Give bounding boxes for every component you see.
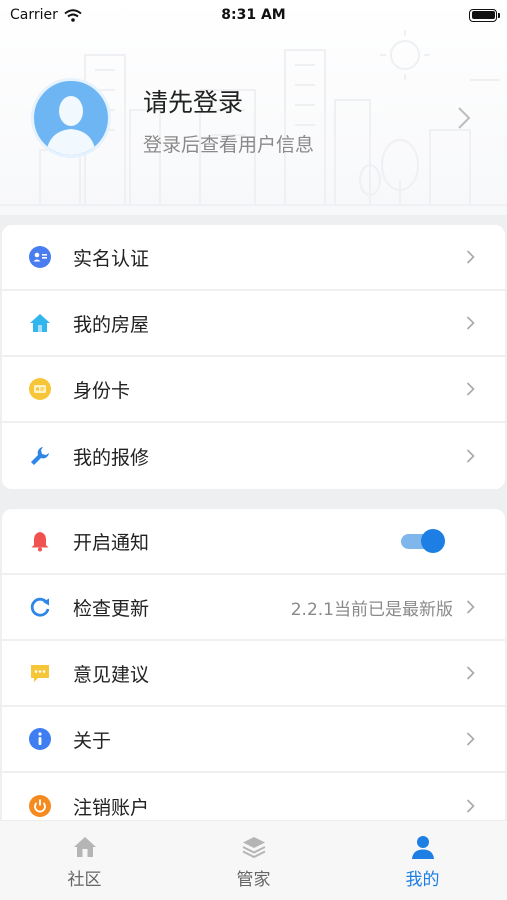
status-bar: Carrier 8:31 AM: [0, 0, 507, 30]
info-icon: [28, 727, 52, 751]
tab-label: 我的: [405, 870, 440, 890]
carrier-label: Carrier: [10, 7, 58, 23]
power-icon: [28, 794, 52, 818]
version-status: 2.2.1当前已是最新版: [290, 599, 453, 620]
menu-item-real-name-verification[interactable]: 实名认证: [2, 225, 505, 291]
clock: 8:31 AM: [221, 7, 286, 23]
menu-item-label: 开启通知: [73, 531, 150, 554]
menu-item-notifications: 开启通知: [2, 509, 505, 575]
person-icon: [411, 836, 434, 859]
chevron-right-icon: [466, 316, 475, 330]
home-icon: [73, 837, 96, 857]
battery-icon: [469, 8, 500, 22]
menu-item-label: 身份卡: [73, 379, 131, 402]
menu-item-label: 检查更新: [73, 597, 150, 620]
layers-icon: [242, 837, 265, 859]
menu-group-account: 实名认证 我的房屋 身份卡 我的报修: [2, 225, 505, 489]
tab-label: 社区: [67, 870, 102, 890]
menu-item-label: 关于: [73, 729, 112, 752]
profile-header[interactable]: 请先登录 登录后查看用户信息: [0, 0, 507, 215]
chevron-right-icon: [466, 250, 475, 264]
chevron-right-icon: [466, 799, 475, 813]
menu-item-label: 我的报修: [73, 446, 150, 469]
menu-item-feedback[interactable]: 意见建议: [2, 641, 505, 707]
wrench-icon: [28, 444, 52, 468]
avatar[interactable]: [31, 78, 111, 158]
menu-item-label: 意见建议: [73, 663, 150, 686]
menu-item-about[interactable]: 关于: [2, 707, 505, 773]
chevron-right-icon: [458, 107, 471, 129]
bottom-tab-bar: 社区 管家 我的: [0, 820, 507, 900]
chat-bubble-icon: [28, 661, 52, 685]
menu-group-settings: 开启通知 检查更新 2.2.1当前已是最新版 意见建议 关于 注销账户: [2, 509, 505, 839]
person-silhouette-icon: [46, 96, 96, 155]
chevron-right-icon: [466, 666, 475, 680]
notification-toggle[interactable]: [401, 528, 445, 554]
login-prompt-title[interactable]: 请先登录: [143, 83, 243, 119]
chevron-right-icon: [466, 382, 475, 396]
login-prompt-subtitle: 登录后查看用户信息: [143, 134, 315, 156]
menu-item-label: 我的房屋: [73, 313, 150, 336]
chevron-right-icon: [466, 732, 475, 746]
wifi-icon: [64, 8, 82, 22]
chevron-right-icon: [466, 449, 475, 463]
menu-item-my-house[interactable]: 我的房屋: [2, 291, 505, 357]
tab-community[interactable]: 社区: [0, 821, 169, 900]
menu-item-my-repairs[interactable]: 我的报修: [2, 423, 505, 489]
tab-butler[interactable]: 管家: [169, 821, 338, 900]
bell-icon: [28, 529, 52, 553]
menu-item-label: 注销账户: [73, 796, 150, 819]
id-card-icon: [28, 245, 52, 269]
menu-item-label: 实名认证: [73, 247, 150, 270]
house-icon: [28, 311, 52, 335]
tab-label: 管家: [236, 870, 271, 890]
chevron-right-icon: [466, 600, 475, 614]
refresh-icon: [28, 595, 52, 619]
tab-mine[interactable]: 我的: [338, 821, 507, 900]
menu-item-id-card[interactable]: 身份卡: [2, 357, 505, 423]
badge-icon: [28, 377, 52, 401]
menu-item-check-update[interactable]: 检查更新 2.2.1当前已是最新版: [2, 575, 505, 641]
